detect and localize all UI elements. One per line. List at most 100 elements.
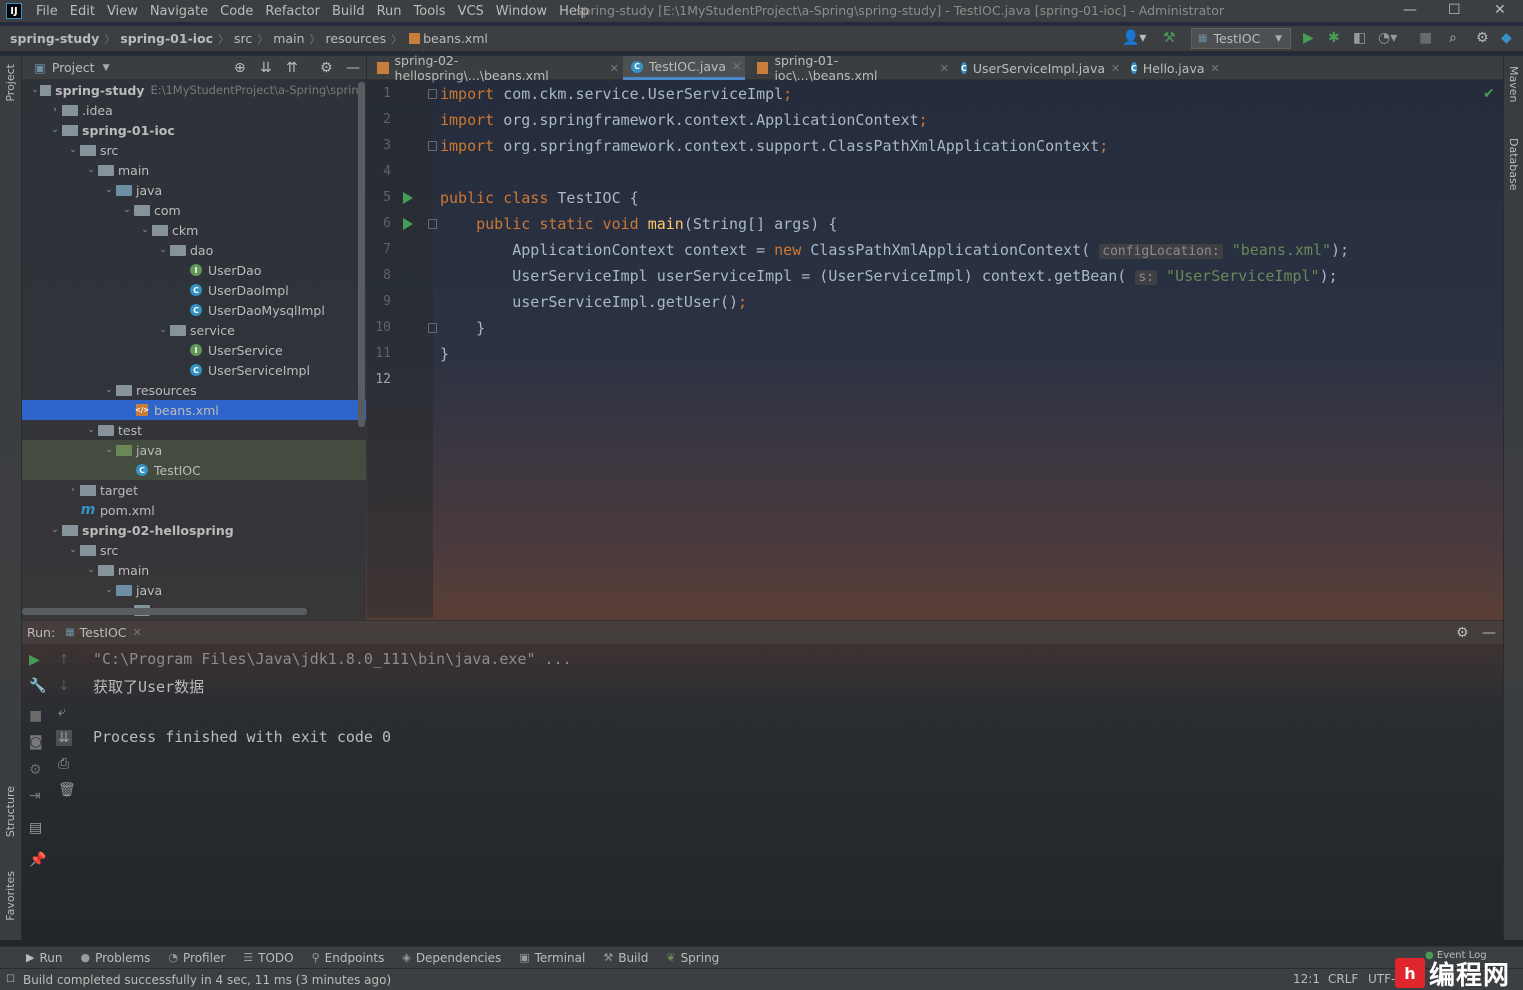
- tree-item[interactable]: C TestIOC: [22, 460, 366, 480]
- tree-item[interactable]: ⌄ test: [22, 420, 366, 440]
- project-panel-title[interactable]: Project: [52, 60, 95, 75]
- settings-gear-icon[interactable]: ⚙: [1476, 30, 1489, 46]
- chevron-down-icon[interactable]: ⌄: [66, 545, 80, 555]
- profiler-tool-button[interactable]: ◔ Profiler: [168, 951, 225, 965]
- database-tool-tab[interactable]: Database: [1507, 138, 1520, 191]
- run-tool-button[interactable]: ▶ Run: [26, 951, 62, 965]
- chevron-right-icon[interactable]: ›: [66, 485, 80, 495]
- chevron-down-icon[interactable]: ⌄: [30, 85, 40, 95]
- tree-item[interactable]: ⌄ spring-01-ioc: [22, 120, 366, 140]
- line-separator[interactable]: CRLF: [1328, 972, 1358, 986]
- chevron-down-icon[interactable]: ⌄: [48, 125, 62, 135]
- tree-item[interactable]: ⌄ ckm: [22, 220, 366, 240]
- breadcrumb-src[interactable]: src: [234, 31, 252, 46]
- run-settings-gear-icon[interactable]: ⚙: [1456, 625, 1469, 641]
- tree-item[interactable]: ⌄ resources: [22, 380, 366, 400]
- menu-navigate[interactable]: Navigate: [144, 4, 214, 19]
- no-problems-check-icon[interactable]: ✔: [1483, 86, 1495, 102]
- breadcrumb-project[interactable]: spring-study: [10, 31, 99, 46]
- problems-tool-button[interactable]: ● Problems: [80, 951, 150, 965]
- search-icon[interactable]: ⌕: [1449, 30, 1457, 46]
- tree-item[interactable]: I UserService: [22, 340, 366, 360]
- scroll-to-end-icon[interactable]: ⇊: [56, 730, 72, 746]
- tree-item[interactable]: › .idea: [22, 100, 366, 120]
- spring-tool-button[interactable]: ❦ Spring: [666, 951, 719, 965]
- editor-tab[interactable]: C Hello.java ✕: [1123, 56, 1220, 80]
- scroll-down-icon[interactable]: ↓: [58, 678, 70, 694]
- status-message[interactable]: Build completed successfully in 4 sec, 1…: [23, 973, 391, 987]
- hide-panel-icon[interactable]: —: [346, 60, 360, 76]
- run-class-icon[interactable]: [403, 192, 413, 204]
- chevron-down-icon[interactable]: ⌄: [102, 185, 116, 195]
- chevron-down-icon[interactable]: ⌄: [156, 325, 170, 335]
- breadcrumb-main[interactable]: main: [273, 31, 304, 46]
- exit-icon[interactable]: ⇥: [29, 788, 41, 804]
- menu-run[interactable]: Run: [371, 4, 408, 19]
- tree-item[interactable]: ⌄ src: [22, 140, 366, 160]
- tree-item[interactable]: ⌄ spring-study E:\1MyStudentProject\a-Spri…: [22, 80, 366, 100]
- soft-wrap-icon[interactable]: ⤶: [58, 704, 66, 720]
- close-tab-icon[interactable]: ✕: [610, 62, 619, 75]
- rerun-icon[interactable]: ▶: [29, 652, 40, 668]
- chevron-down-icon[interactable]: ⌄: [102, 445, 116, 455]
- clear-trash-icon[interactable]: 🗑: [58, 782, 76, 798]
- menu-vcs[interactable]: VCS: [452, 4, 490, 19]
- chevron-down-icon[interactable]: ⌄: [102, 385, 116, 395]
- expand-all-icon[interactable]: ⇊: [260, 60, 272, 76]
- debug-icon[interactable]: ✱: [1328, 30, 1340, 46]
- tree-item[interactable]: I UserDao: [22, 260, 366, 280]
- editor-tab[interactable]: spring-01-ioc\...\beans.xml ✕: [749, 53, 949, 83]
- chevron-down-icon[interactable]: ⌄: [84, 565, 98, 575]
- tree-item[interactable]: C UserDaoImpl: [22, 280, 366, 300]
- menu-code[interactable]: Code: [214, 4, 259, 19]
- tree-item[interactable]: C UserServiceImpl: [22, 360, 366, 380]
- tree-item[interactable]: › target: [22, 480, 366, 500]
- editor-tab[interactable]: C TestIOC.java ✕: [623, 56, 745, 80]
- collapse-all-icon[interactable]: ⇈: [286, 60, 298, 76]
- editor-tab[interactable]: C UserServiceImpl.java ✕: [953, 56, 1120, 80]
- tree-item[interactable]: C UserDaoMysqlImpl: [22, 300, 366, 320]
- close-tab-icon[interactable]: ✕: [940, 62, 949, 75]
- file-encoding[interactable]: UTF-: [1368, 972, 1395, 986]
- chevron-down-icon[interactable]: ⌄: [84, 165, 98, 175]
- run-console[interactable]: ▶ ↑ 🔧 ↓ ■ ⤶ ◙ ⇊ ⚙ ⎙ ⇥ 🗑 ▤ 📌: [22, 644, 1503, 940]
- tree-item[interactable]: ⌄ com: [22, 200, 366, 220]
- profile-icon[interactable]: ◔▾: [1378, 30, 1397, 46]
- tree-item[interactable]: ⌄ dao: [22, 240, 366, 260]
- chevron-down-icon[interactable]: ⌄: [48, 525, 62, 535]
- close-window-icon[interactable]: ✕: [1494, 2, 1506, 18]
- build-tool-button[interactable]: ⚒ Build: [603, 951, 648, 965]
- panel-settings-icon[interactable]: ⚙: [320, 60, 333, 76]
- close-tab-icon[interactable]: ✕: [1211, 62, 1220, 75]
- hide-run-panel-icon[interactable]: —: [1482, 625, 1496, 641]
- pin-icon[interactable]: 📌: [29, 852, 46, 868]
- breadcrumb-module[interactable]: spring-01-ioc: [120, 31, 213, 46]
- build-hammer-icon[interactable]: ⚒: [1163, 30, 1176, 46]
- stop-icon[interactable]: ■: [1419, 30, 1432, 46]
- run-icon[interactable]: ▶: [1303, 30, 1314, 46]
- structure-tool-tab[interactable]: Structure: [4, 786, 17, 837]
- endpoints-tool-button[interactable]: ⚲ Endpoints: [312, 951, 385, 965]
- menu-file[interactable]: File: [30, 4, 64, 19]
- caret-position[interactable]: 12:1: [1293, 972, 1320, 986]
- chevron-down-icon[interactable]: ⌄: [120, 205, 134, 215]
- coverage-icon[interactable]: ◧: [1353, 30, 1366, 46]
- chevron-down-icon[interactable]: ⌄: [84, 425, 98, 435]
- settings-icon[interactable]: ⚙: [29, 762, 42, 778]
- menu-view[interactable]: View: [101, 4, 144, 19]
- tree-item[interactable]: ⌄ src: [22, 540, 366, 560]
- run-method-icon[interactable]: [403, 218, 413, 230]
- print-icon[interactable]: ⎙: [58, 756, 69, 772]
- wrench-icon[interactable]: 🔧: [29, 678, 46, 694]
- tree-vertical-scrollbar[interactable]: [358, 82, 365, 427]
- editor-tab[interactable]: spring-02-hellospring\...\beans.xml ✕: [369, 53, 619, 83]
- tree-item[interactable]: ⌄ main: [22, 160, 366, 180]
- chevron-down-icon[interactable]: ⌄: [102, 585, 116, 595]
- code-editor[interactable]: import com.ckm.service.UserServiceImpl; …: [433, 80, 1503, 618]
- chevron-down-icon[interactable]: ▼: [103, 63, 110, 73]
- tree-item[interactable]: m pom.xml: [22, 500, 366, 520]
- breadcrumb-resources[interactable]: resources: [326, 31, 387, 46]
- chevron-down-icon[interactable]: ⌄: [156, 245, 170, 255]
- chevron-down-icon[interactable]: ⌄: [66, 145, 80, 155]
- user-icon[interactable]: 👤▾: [1122, 30, 1146, 46]
